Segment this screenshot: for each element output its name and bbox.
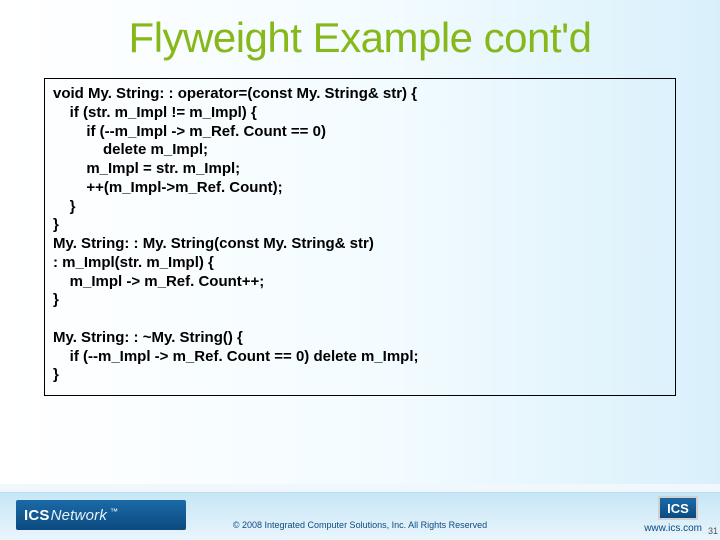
footer-bar: ICSNetwork ™ © 2008 Integrated Computer … <box>0 492 720 540</box>
copyright-text: © 2008 Integrated Computer Solutions, In… <box>0 520 720 530</box>
slide-title: Flyweight Example cont'd <box>0 0 720 70</box>
footer-url: www.ics.com <box>644 523 702 534</box>
trademark-icon: ™ <box>110 507 118 516</box>
ics-logo: ICS <box>658 496 698 520</box>
slide: Flyweight Example cont'd void My. String… <box>0 0 720 540</box>
code-block: void My. String: : operator=(const My. S… <box>44 78 676 396</box>
page-number: 31 <box>708 526 718 536</box>
